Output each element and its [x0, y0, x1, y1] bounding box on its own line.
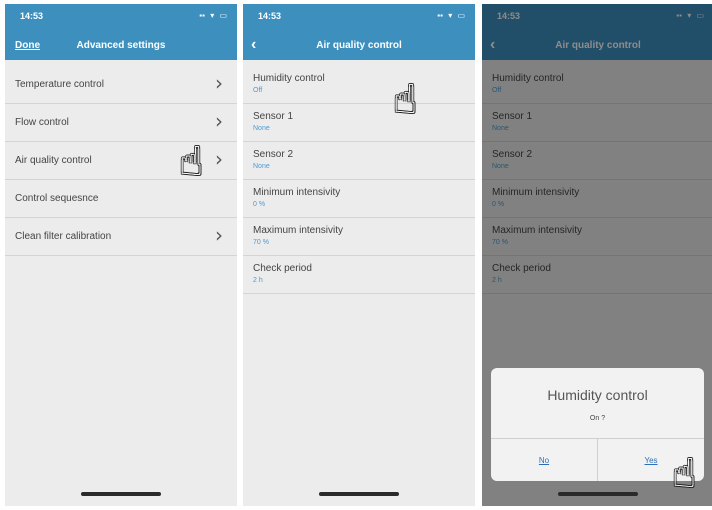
battery-icon: ▭ — [457, 11, 465, 20]
list-item-label: Check period — [253, 263, 312, 274]
list-item-label: Flow control — [15, 117, 69, 128]
nav-header: 14:53 ▪▪ ▾ ▭ Done Advanced settings — [5, 4, 237, 60]
list-item-value: 0 % — [253, 201, 266, 208]
no-button[interactable]: No — [491, 439, 597, 481]
tap-hand-icon: ☝ — [179, 139, 204, 185]
list-item-label: Air quality control — [15, 155, 92, 166]
list-item-sensor-2[interactable]: Sensor 2 None — [243, 142, 475, 180]
chevron-right-icon: › — [215, 71, 223, 95]
list-item-label: Minimum intensivity — [253, 187, 341, 198]
list-item-sensor-1[interactable]: Sensor 1 None — [243, 104, 475, 142]
list-item-label: Sensor 1 — [253, 111, 294, 122]
advanced-settings-screen: 14:53 ▪▪ ▾ ▭ Done Advanced settings Temp… — [5, 4, 237, 506]
home-indicator — [319, 492, 399, 496]
tap-hand-icon: ☝ — [672, 451, 697, 497]
list-item-label: Control sequesnce — [15, 193, 99, 204]
chevron-right-icon: › — [215, 147, 223, 171]
list-item-clean-filter-calibration[interactable]: Clean filter calibration › — [5, 218, 237, 256]
list-item-value: None — [253, 125, 270, 132]
page-title: Air quality control — [316, 40, 402, 51]
tap-hand-icon: ☝ — [393, 77, 418, 123]
list-item-label: Humidity control — [253, 73, 325, 84]
status-time: 14:53 — [20, 11, 44, 21]
nav-header: 14:53 ▪▪ ▾ ▭ ‹ Air quality control — [243, 4, 475, 60]
list-item-control-sequence[interactable]: Control sequesnce — [5, 180, 237, 218]
battery-icon: ▭ — [219, 11, 227, 20]
list-item-value: 70 % — [253, 239, 269, 246]
list-item-minimum-intensivity[interactable]: Minimum intensivity 0 % — [243, 180, 475, 218]
list-item-label: Maximum intensivity — [253, 225, 344, 236]
list-item-label: Clean filter calibration — [15, 231, 112, 242]
wifi-icon: ▾ — [210, 11, 215, 20]
list-item-maximum-intensivity[interactable]: Maximum intensivity 70 % — [243, 218, 475, 256]
signal-icon: ▪▪ — [199, 11, 205, 20]
list-item-check-period[interactable]: Check period 2 h — [243, 256, 475, 294]
list-item-label: Temperature control — [15, 79, 104, 90]
chevron-right-icon: › — [215, 223, 223, 247]
status-icons: ▪▪ ▾ ▭ — [196, 11, 227, 20]
list-item-value: None — [253, 163, 270, 170]
home-indicator — [558, 492, 638, 496]
home-indicator — [81, 492, 161, 496]
chevron-right-icon: › — [215, 109, 223, 133]
list-item-value: Off — [253, 87, 263, 94]
humidity-dialog-screen: 14:53 ▪▪ ▾ ▭ ‹ Air quality control Humid… — [482, 4, 712, 506]
air-quality-list: Humidity control Off Sensor 1 None Senso… — [243, 66, 475, 294]
list-item-temperature-control[interactable]: Temperature control › — [5, 66, 237, 104]
list-item-humidity-control[interactable]: Humidity control Off — [243, 66, 475, 104]
dialog-title: Humidity control — [547, 387, 648, 403]
wifi-icon: ▾ — [448, 11, 453, 20]
list-item-label: Sensor 2 — [253, 149, 294, 160]
list-item-value: 2 h — [253, 277, 263, 284]
status-icons: ▪▪ ▾ ▭ — [434, 11, 465, 20]
list-item-flow-control[interactable]: Flow control › — [5, 104, 237, 142]
dialog-message: On ? — [589, 415, 606, 422]
status-time: 14:53 — [258, 11, 282, 21]
air-quality-control-screen: 14:53 ▪▪ ▾ ▭ ‹ Air quality control Humid… — [243, 4, 475, 506]
signal-icon: ▪▪ — [437, 11, 443, 20]
page-title: Advanced settings — [76, 40, 166, 51]
